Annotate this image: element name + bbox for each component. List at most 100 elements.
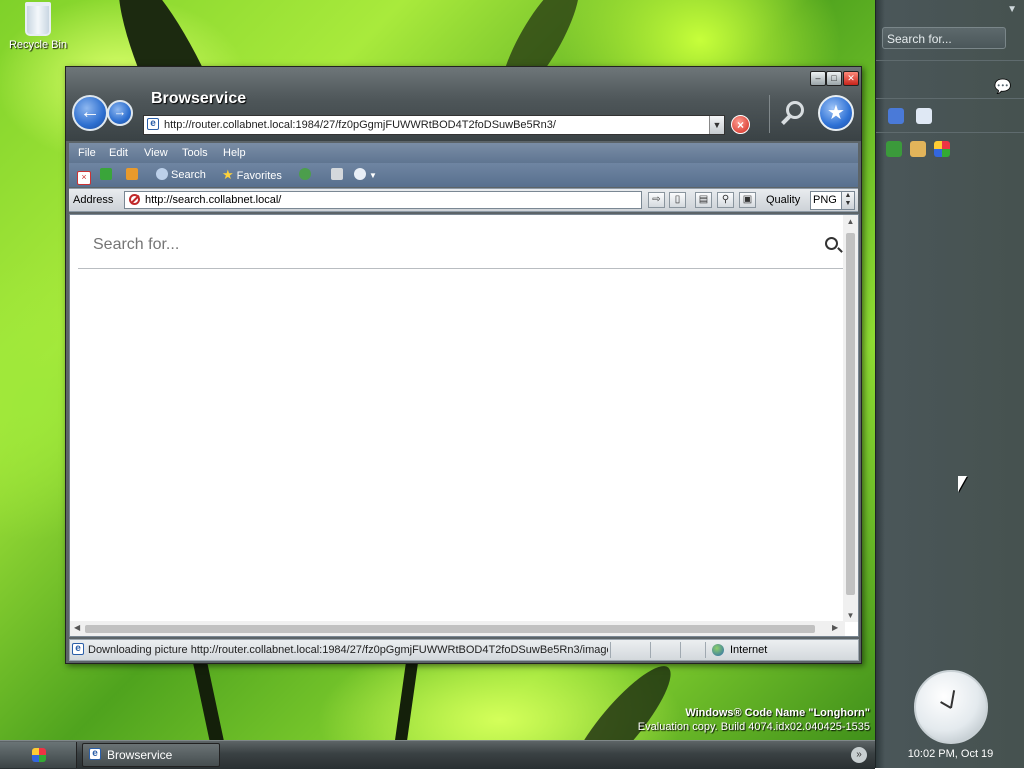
star-icon: ★ [827, 102, 845, 124]
window-url-field[interactable]: e http://router.collabnet.local:1984/27/… [143, 115, 725, 135]
build-watermark: Windows® Code Name "Longhorn" Evaluation… [638, 706, 870, 734]
start-button[interactable] [0, 742, 77, 768]
menu-edit[interactable]: Edit [109, 147, 128, 159]
forward-arrow-icon: → [113, 104, 127, 119]
ie-page-icon: e [147, 118, 159, 130]
go-arrow-button[interactable]: ⇨ [648, 192, 665, 208]
horizontal-scroll-thumb[interactable] [85, 625, 815, 633]
print-button[interactable] [331, 167, 346, 183]
find-binoculars-button[interactable]: ⚲ [717, 192, 734, 208]
window-title: Browservice [151, 90, 247, 107]
clipboard-button[interactable]: ▣ [739, 192, 756, 208]
page-button[interactable]: ▤ [695, 192, 712, 208]
no-entry-icon [129, 194, 140, 205]
favorites-star-button[interactable]: ★ [818, 95, 854, 131]
menu-file[interactable]: File [78, 147, 96, 159]
status-bar: e Downloading picture http://router.coll… [69, 639, 859, 661]
horizontal-scrollbar[interactable]: ◀ ▶ [70, 621, 845, 636]
status-divider [610, 642, 611, 658]
address-label: Address [73, 194, 114, 206]
wallpaper-stem [393, 659, 419, 740]
command-toolbar: × Search ★ Favorites ▼ [69, 163, 858, 187]
windows-logo-icon[interactable] [934, 141, 950, 157]
chat-icon[interactable]: 💬 [994, 78, 1011, 95]
scroll-right-arrow-icon[interactable]: ▶ [832, 623, 838, 632]
refresh-icon [100, 168, 112, 180]
favorites-star-icon: ★ [222, 167, 234, 182]
quality-spinner[interactable]: ▲ ▼ [841, 192, 854, 209]
page-content: Search for... ▲ ▼ ◀ ▶ [69, 214, 859, 637]
scroll-left-arrow-icon[interactable]: ◀ [74, 623, 80, 632]
globe-icon [712, 644, 724, 656]
printer-icon [331, 168, 343, 180]
header-divider [769, 95, 770, 133]
close-button[interactable]: ✕ [843, 71, 859, 86]
status-divider [650, 642, 651, 658]
quality-label: Quality [766, 194, 801, 206]
messenger-button[interactable]: ▼ [354, 167, 377, 183]
tile-app-icon[interactable] [916, 108, 932, 124]
media-icon [299, 168, 311, 180]
back-arrow-icon: ← [80, 101, 100, 123]
scroll-up-arrow-icon[interactable]: ▲ [843, 217, 858, 226]
page-search-placeholder: Search for... [93, 236, 180, 253]
watermark-build: Evaluation copy. Build 4074.idx02.040425… [637, 721, 870, 733]
bookmark-button[interactable]: ▯ [669, 192, 686, 208]
minimize-button[interactable]: – [810, 71, 826, 86]
forward-button[interactable]: → [107, 100, 133, 126]
ie-status-icon: e [72, 643, 84, 655]
quality-select[interactable]: PNG ▲ ▼ [810, 191, 855, 210]
vertical-scroll-thumb[interactable] [846, 233, 855, 595]
quality-value: PNG [813, 194, 837, 206]
watermark-title: Windows® Code Name "Longhorn" [685, 707, 870, 719]
sidebar-search-input[interactable]: Search for... [882, 27, 1006, 49]
recycle-bin-label: Recycle Bin [8, 39, 68, 51]
search-icon[interactable] [825, 237, 838, 250]
tray-chevron-icon[interactable]: » [851, 747, 867, 763]
tile-app-icon[interactable] [886, 141, 902, 157]
vertical-scrollbar[interactable]: ▲ ▼ [843, 215, 858, 622]
tile-app-icon[interactable] [910, 141, 926, 157]
taskbar-item-browservice[interactable]: e Browservice [82, 743, 220, 767]
mouse-cursor-icon [958, 476, 967, 492]
back-button[interactable]: ← [72, 95, 108, 131]
search-toolbar-label: Search [171, 169, 206, 181]
analog-clock [914, 670, 988, 744]
menu-help[interactable]: Help [223, 147, 246, 159]
sidebar-header: ▼ [876, 0, 1024, 20]
favorites-toolbar-label: Favorites [236, 170, 282, 182]
home-button[interactable] [126, 167, 141, 183]
maximize-button[interactable]: □ [826, 71, 842, 86]
stop-toolbar-button[interactable]: × [77, 167, 94, 185]
search-toolbar-button[interactable]: Search [156, 167, 206, 183]
window-url-text: http://router.collabnet.local:1984/27/fz… [164, 119, 556, 131]
tile-app-icon[interactable] [888, 108, 904, 124]
security-zone-label: Internet [730, 644, 768, 656]
search-button-magnifier-icon[interactable] [786, 101, 804, 119]
home-icon [126, 168, 138, 180]
refresh-button[interactable] [100, 167, 115, 183]
sidebar-divider [876, 60, 1024, 61]
menu-view[interactable]: View [144, 147, 168, 159]
stop-button[interactable]: × [731, 115, 750, 134]
status-divider [705, 642, 706, 658]
clock-time-text: 10:02 PM, Oct 19 [907, 748, 994, 760]
recycle-bin-icon [25, 2, 51, 36]
status-divider [680, 642, 681, 658]
window-title-area[interactable]: – □ ✕ ← → Browservice e http://router.co… [66, 67, 861, 141]
sidebar-search-placeholder: Search for... [887, 32, 952, 46]
browser-window: – □ ✕ ← → Browservice e http://router.co… [65, 66, 862, 664]
scroll-down-arrow-icon[interactable]: ▼ [843, 611, 858, 620]
favorites-toolbar-button[interactable]: ★ Favorites [222, 167, 282, 183]
recycle-bin[interactable]: Recycle Bin [6, 2, 70, 51]
chevron-down-icon[interactable]: ▼ [1007, 4, 1017, 15]
chat-bubble-icon [354, 168, 366, 180]
media-button[interactable] [299, 167, 314, 183]
address-input[interactable]: http://search.collabnet.local/ [124, 191, 642, 209]
menu-tools[interactable]: Tools [182, 147, 208, 159]
address-bar: Address http://search.collabnet.local/ ⇨… [69, 188, 858, 212]
chevron-down-icon: ▼ [369, 171, 377, 180]
url-dropdown-button[interactable]: ▼ [709, 116, 724, 134]
ie-taskbar-icon: e [89, 748, 101, 760]
page-search-bar[interactable]: Search for... [78, 215, 844, 269]
